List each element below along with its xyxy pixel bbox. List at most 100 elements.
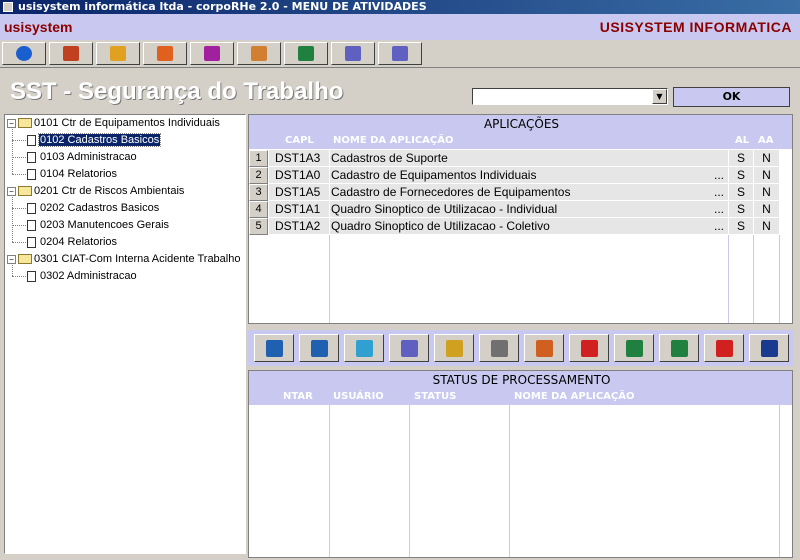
toolbar-button-book-green[interactable]	[284, 42, 328, 65]
col-divider	[728, 235, 729, 323]
tree-connector	[12, 140, 26, 141]
brand-left: usisystem	[4, 19, 73, 35]
tree-item[interactable]: 0204 Relatorios	[27, 234, 118, 250]
cell-nome: Quadro Sinoptico de Utilizacao - Coletiv…	[330, 218, 728, 235]
menu-tree: −0101 Ctr de Equipamentos Individuais 010…	[4, 114, 246, 554]
tree-connector	[12, 127, 13, 174]
toolbar-button-report-print[interactable]	[378, 42, 422, 65]
cell-ellipsis: ...	[714, 168, 725, 182]
toolbar-button-report[interactable]	[331, 42, 375, 65]
col-al: AL	[735, 135, 750, 146]
doc-next-icon	[626, 340, 643, 357]
window-title: usisystem informática ltda - corpoRHe 2.…	[18, 0, 427, 13]
tree-folder[interactable]: −0201 Ctr de Riscos Ambientais	[7, 183, 185, 199]
table-row[interactable]: 2 DST1A0 Cadastro de Equipamentos Individu…	[249, 167, 792, 184]
col-divider	[329, 235, 330, 323]
applications-column-headers: CAPL NOME DA APLICAÇÃO AL AA	[249, 133, 792, 149]
action-button-doc-export[interactable]	[659, 334, 699, 362]
table-row[interactable]: 3 DST1A5 Cadastro de Fornecedores de Equip…	[249, 184, 792, 201]
col-divider	[753, 235, 754, 323]
cell-nome: Quadro Sinoptico de Utilizacao - Individ…	[330, 201, 728, 218]
tree-connector	[12, 225, 26, 226]
brand-right: USISYSTEM INFORMATICA	[599, 19, 792, 35]
cell-capl: DST1A5	[269, 184, 329, 201]
tree-connector	[12, 242, 26, 243]
action-button-report[interactable]	[389, 334, 429, 362]
row-number: 2	[249, 167, 268, 184]
app-icon	[3, 2, 13, 12]
tree-connector	[12, 157, 26, 158]
action-button-upload[interactable]	[524, 334, 564, 362]
tree-item[interactable]: 0202 Cadastros Basicos	[27, 200, 160, 216]
word-icon	[761, 340, 778, 357]
ok-button[interactable]: OK	[673, 87, 790, 107]
upload-icon	[536, 340, 553, 357]
users-icon	[63, 46, 79, 61]
import-red-icon	[581, 340, 598, 357]
action-button-import-red[interactable]	[569, 334, 609, 362]
tree-item[interactable]: 0102 Cadastros Basicos	[27, 132, 162, 148]
applications-header: APLICAÇÕES	[249, 115, 792, 133]
table-row[interactable]: 1 DST1A3 Cadastros de Suporte S N	[249, 150, 792, 167]
cell-capl: DST1A1	[269, 201, 329, 218]
toolbar-button-person-remove[interactable]	[143, 42, 187, 65]
cell-aa: N	[754, 184, 779, 201]
cell-al: S	[729, 184, 753, 201]
tree-item[interactable]: 0104 Relatorios	[27, 166, 118, 182]
checklist-icon	[204, 46, 220, 61]
tree-label: 0201 Ctr de Riscos Ambientais	[34, 185, 185, 197]
table-row[interactable]: 4 DST1A1 Quadro Sinoptico de Utilizacao - …	[249, 201, 792, 218]
refresh-icon	[356, 340, 373, 357]
cell-nome: Cadastro de Equipamentos Individuais	[330, 167, 728, 184]
document-icon	[27, 236, 36, 248]
status-panel: STATUS DE PROCESSAMENTO NTAR USUÁRIO STA…	[248, 370, 793, 558]
col-nome-aplicacao: NOME DA APLICAÇÃO	[514, 391, 635, 402]
book-green-icon	[298, 46, 314, 61]
cell-capl: DST1A2	[269, 218, 329, 235]
action-button-export-red[interactable]	[704, 334, 744, 362]
folder-open-icon	[18, 254, 32, 265]
document-icon	[27, 270, 36, 282]
tree-item[interactable]: 0203 Manutencoes Gerais	[27, 217, 170, 233]
toolbar-button-person[interactable]	[96, 42, 140, 65]
tree-label: 0102 Cadastros Basicos	[37, 133, 162, 147]
document-icon	[27, 151, 36, 163]
report-print-icon	[392, 46, 408, 61]
toolbar-button-users[interactable]	[49, 42, 93, 65]
tree-item[interactable]: 0302 Administracao	[27, 268, 138, 284]
table-row[interactable]: 5 DST1A2 Quadro Sinoptico de Utilizacao - …	[249, 218, 792, 235]
applications-panel: APLICAÇÕES CAPL NOME DA APLICAÇÃO AL AA …	[248, 114, 793, 324]
module-select[interactable]: ▼	[472, 88, 668, 105]
col-status: STATUS	[414, 391, 457, 402]
action-button-word[interactable]	[749, 334, 789, 362]
row-number: 5	[249, 218, 268, 235]
tree-label: 0204 Relatorios	[40, 236, 118, 248]
page-title: SST - Segurança do Trabalho	[10, 78, 344, 105]
toolbar-button-book-open[interactable]	[237, 42, 281, 65]
action-button-tree-add[interactable]	[299, 334, 339, 362]
col-divider	[779, 405, 780, 557]
folder-open-icon	[18, 118, 32, 129]
cell-al: S	[729, 218, 753, 235]
tree-add-icon	[311, 340, 328, 357]
status-column-headers: NTAR USUÁRIO STATUS NOME DA APLICAÇÃO	[249, 389, 792, 405]
action-button-printer[interactable]	[479, 334, 519, 362]
tree-label: 0202 Cadastros Basicos	[40, 202, 160, 214]
toolbar-button-back-arrow[interactable]	[2, 42, 46, 65]
chevron-down-icon[interactable]: ▼	[652, 89, 667, 104]
cell-al: S	[729, 201, 753, 218]
tree-item[interactable]: 0103 Administracao	[27, 149, 138, 165]
tree-folder[interactable]: −0301 CIAT-Com Interna Acidente Trabalho	[7, 251, 241, 267]
tree-folder[interactable]: −0101 Ctr de Equipamentos Individuais	[7, 115, 221, 131]
action-button-doc-next[interactable]	[614, 334, 654, 362]
cell-capl: DST1A0	[269, 167, 329, 184]
tree-label: 0203 Manutencoes Gerais	[40, 219, 170, 231]
action-button-tree-view[interactable]	[254, 334, 294, 362]
action-button-settings-report[interactable]	[434, 334, 474, 362]
cell-ellipsis: ...	[714, 185, 725, 199]
action-button-refresh[interactable]	[344, 334, 384, 362]
tree-connector	[12, 276, 26, 277]
cell-capl: DST1A3	[269, 150, 329, 167]
main-panel: SST - Segurança do Trabalho ▼ OK −0101 C…	[0, 68, 800, 560]
toolbar-button-checklist[interactable]	[190, 42, 234, 65]
